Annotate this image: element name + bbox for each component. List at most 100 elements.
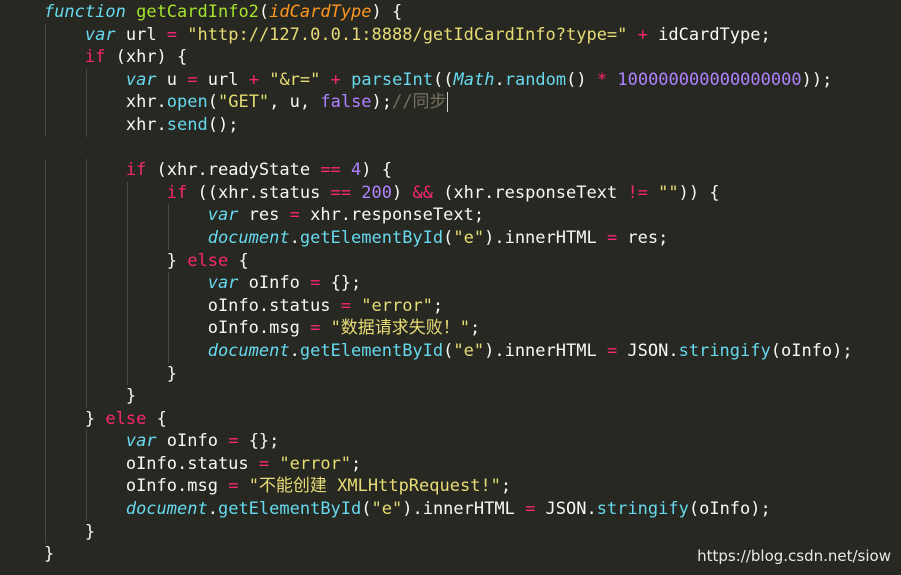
indent-guide bbox=[44, 91, 46, 114]
code-token: xhr. bbox=[125, 114, 167, 135]
code-editor[interactable]: function getCardInfo2(idCardType) { var … bbox=[0, 0, 901, 575]
indent-guide bbox=[85, 430, 87, 453]
code-token: 100000000000000000 bbox=[617, 69, 802, 90]
code-line: } else { bbox=[3, 249, 853, 273]
code-token: ) { bbox=[361, 160, 393, 181]
indent-guide bbox=[126, 362, 128, 386]
code-token: //同步 bbox=[392, 92, 447, 113]
code-token: {}; bbox=[238, 431, 280, 452]
indent-guide bbox=[85, 249, 87, 273]
code-token: ).innerHTML bbox=[484, 340, 607, 361]
code-token: = bbox=[340, 295, 352, 316]
code-token: ; bbox=[470, 318, 481, 339]
indent-guide bbox=[85, 91, 87, 114]
code-token: "e" bbox=[453, 340, 485, 361]
code-token: = bbox=[606, 227, 618, 248]
code-token: = bbox=[525, 499, 536, 520]
indent-guide bbox=[44, 159, 46, 182]
code-token: JSON. bbox=[617, 340, 679, 361]
code-token: )); bbox=[801, 69, 833, 90]
indent-guide bbox=[85, 68, 87, 92]
code-token: (xhr) { bbox=[105, 47, 188, 68]
indent-guide bbox=[85, 498, 87, 521]
code-token: ( bbox=[443, 340, 454, 361]
code-token: + bbox=[248, 69, 259, 90]
code-token: = bbox=[187, 69, 198, 90]
code-token: getCardInfo2 bbox=[136, 2, 259, 22]
code-token: . bbox=[207, 499, 218, 520]
code-token: var bbox=[207, 205, 239, 226]
code-token: (( bbox=[433, 69, 454, 90]
code-token: if bbox=[125, 160, 147, 181]
code-token: var bbox=[207, 273, 239, 294]
code-token: . bbox=[289, 340, 300, 361]
code-token: = bbox=[166, 24, 178, 45]
code-token: function bbox=[43, 2, 126, 22]
code-token: . bbox=[289, 227, 300, 248]
code-token: () bbox=[566, 69, 597, 90]
code-token: document bbox=[207, 340, 290, 361]
code-token: else bbox=[105, 408, 147, 429]
indent-guide bbox=[126, 249, 128, 273]
code-token: } bbox=[166, 250, 188, 271]
code-token: xhr.responseText; bbox=[299, 205, 485, 226]
code-token: ).innerHTML bbox=[484, 227, 607, 248]
code-token: (xhr.readyState bbox=[146, 160, 321, 181]
code-line: xhr.open("GET", u, false);//同步 bbox=[3, 91, 853, 114]
indent-guide bbox=[167, 294, 169, 318]
indent-guide bbox=[44, 294, 46, 318]
code-token: = bbox=[258, 453, 270, 474]
code-token: && bbox=[412, 182, 433, 203]
code-token: "error" bbox=[279, 453, 352, 474]
code-token: ( bbox=[361, 499, 372, 520]
indent-guide bbox=[44, 339, 46, 363]
code-token: = bbox=[310, 318, 321, 339]
code-token: (); bbox=[207, 114, 239, 135]
code-token: = bbox=[228, 431, 239, 452]
indent-guide bbox=[44, 475, 46, 499]
indent-guide bbox=[85, 362, 87, 386]
code-token: + bbox=[637, 24, 648, 45]
text-cursor bbox=[446, 92, 448, 113]
indent-guide bbox=[126, 339, 128, 363]
indent-guide bbox=[167, 204, 169, 227]
code-token: "" bbox=[658, 182, 679, 203]
code-token: ( bbox=[207, 92, 218, 113]
code-line: var oInfo = {}; bbox=[3, 430, 853, 453]
indent-guide bbox=[85, 272, 87, 295]
code-line: oInfo.status = "error"; bbox=[3, 294, 853, 318]
code-token: document bbox=[125, 499, 208, 520]
indent-guide bbox=[167, 339, 169, 363]
code-token: url bbox=[197, 69, 249, 90]
indent-guide bbox=[44, 113, 46, 137]
code-token: { bbox=[146, 408, 167, 429]
indent-guide bbox=[85, 452, 87, 476]
indent-guide bbox=[85, 475, 87, 499]
indent-guide bbox=[85, 385, 87, 408]
indent-guide bbox=[44, 226, 46, 250]
code-token: oInfo.status bbox=[207, 295, 341, 316]
indent-guide bbox=[44, 362, 46, 386]
code-token: {}; bbox=[320, 273, 362, 294]
code-token: )) { bbox=[678, 182, 720, 203]
code-token: oInfo.status bbox=[125, 453, 259, 474]
code-area[interactable]: function getCardInfo2(idCardType) { var … bbox=[3, 1, 853, 566]
code-token: stringify bbox=[596, 499, 689, 520]
code-line: var u = url + "&r=" + parseInt((Math.ran… bbox=[3, 68, 853, 92]
code-token: var bbox=[125, 69, 157, 90]
indent-guide bbox=[167, 226, 169, 250]
indent-guide bbox=[85, 204, 87, 227]
indent-guide bbox=[85, 317, 87, 340]
